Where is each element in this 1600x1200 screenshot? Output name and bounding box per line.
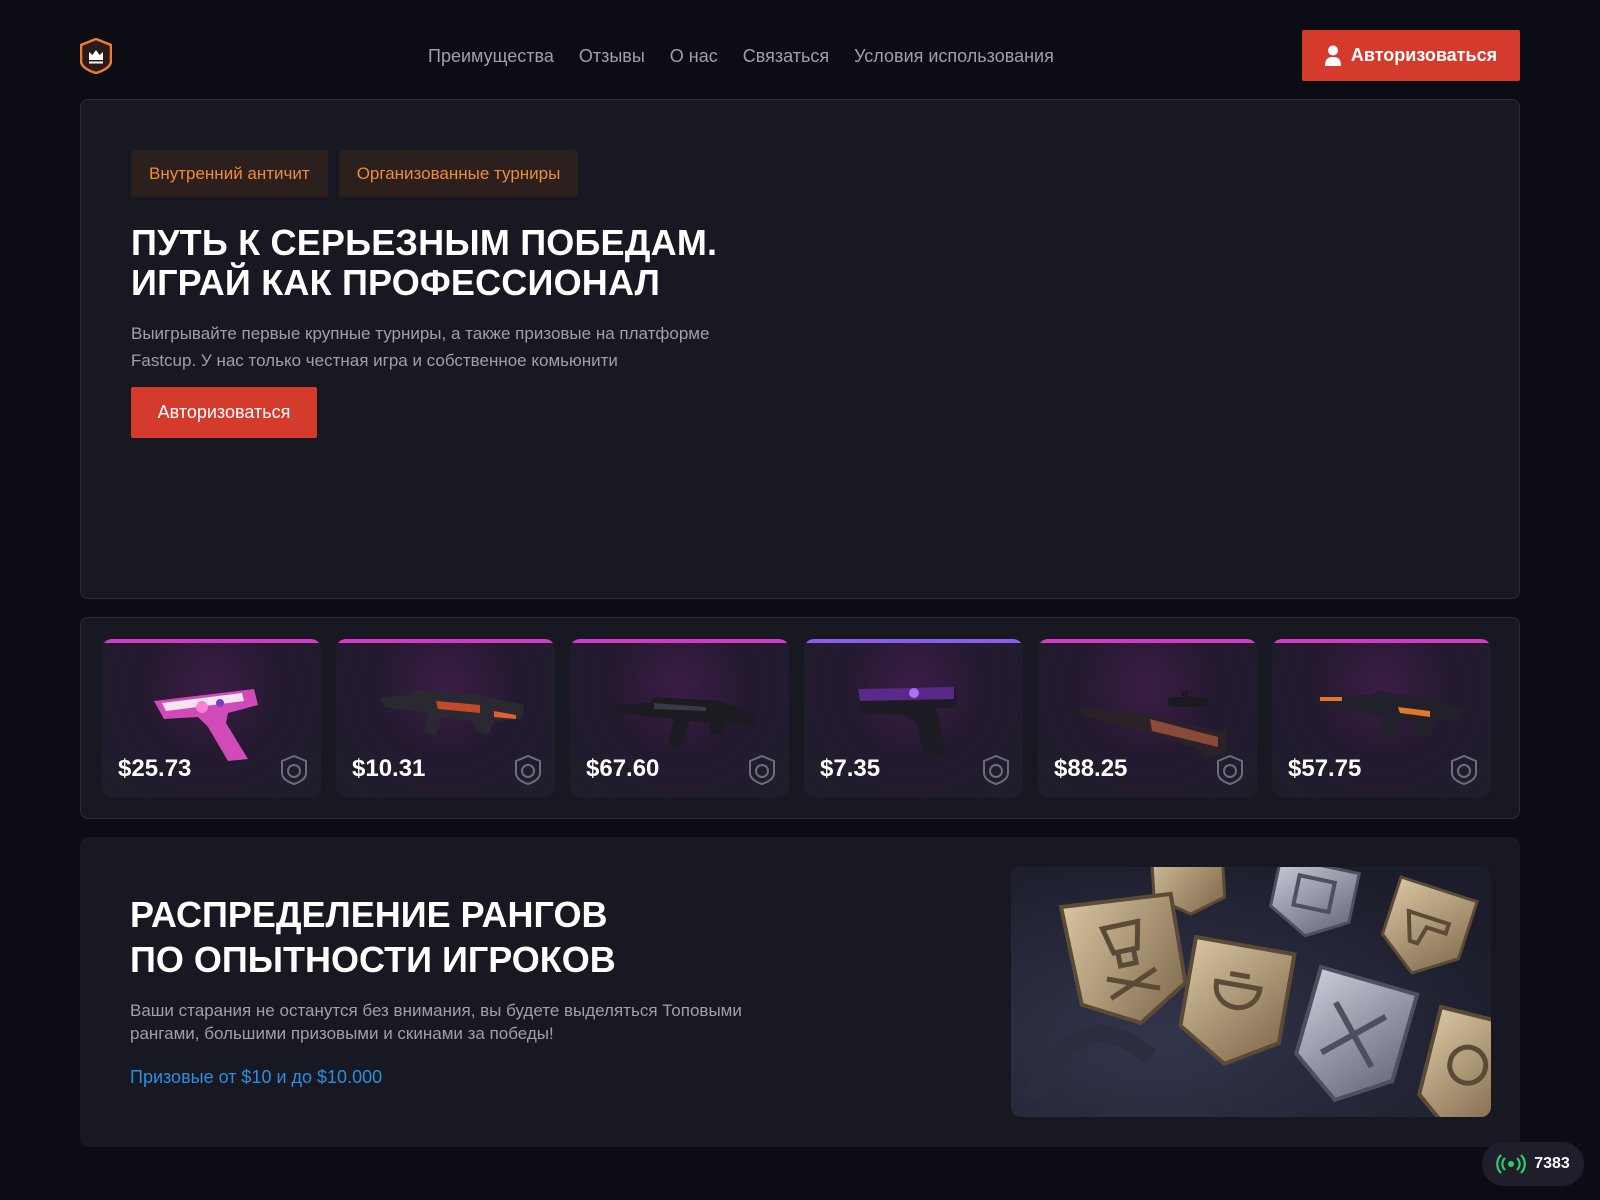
- online-count: 7383: [1534, 1155, 1570, 1172]
- sniper-awp-icon: [1080, 691, 1226, 757]
- online-counter[interactable]: 7383: [1482, 1142, 1584, 1186]
- nav-link-about[interactable]: О нас: [670, 44, 718, 68]
- ranks-prize-text: Призовые от $10 и до $10.000: [130, 1067, 383, 1087]
- skin-price: $57.75: [1288, 755, 1362, 782]
- ranks-title: РАСПРЕДЕЛЕНИЕ РАНГОВ ПО ОПЫТНОСТИ ИГРОКО…: [130, 892, 750, 982]
- skin-card[interactable]: $7.35: [804, 639, 1023, 797]
- pistol-glock-icon: [856, 687, 956, 759]
- hero-title: ПУТЬ К СЕРЬЕЗНЫМ ПОБЕДАМ. ИГРАЙ КАК ПРОФ…: [131, 223, 891, 303]
- rifle-m4a1s-icon: [1316, 691, 1462, 741]
- rifle-ak47-icon: [614, 697, 758, 749]
- ranks-title-line1: РАСПРЕДЕЛЕНИЕ РАНГОВ: [130, 894, 608, 935]
- skin-card[interactable]: $25.73: [102, 639, 321, 797]
- hero-description: Выигрывайте первые крупные турниры, а та…: [131, 324, 710, 370]
- skin-price: $67.60: [586, 755, 660, 782]
- ranks-section: РАСПРЕДЕЛЕНИЕ РАНГОВ ПО ОПЫТНОСТИ ИГРОКО…: [80, 837, 1520, 1147]
- skin-price: $25.73: [118, 755, 192, 782]
- nav-link-contact[interactable]: Связаться: [743, 44, 829, 68]
- hero-section: Внутренний античит Организованные турнир…: [80, 99, 1520, 599]
- skin-card[interactable]: $10.31: [336, 639, 555, 797]
- steam-icon[interactable]: [281, 755, 307, 785]
- user-icon: [1324, 45, 1341, 66]
- skin-list: $25.73 $10.31 $67.60 $7.35 $88.25 $57.75: [102, 639, 1491, 797]
- broadcast-icon: [1496, 1154, 1527, 1174]
- skin-card[interactable]: $57.75: [1272, 639, 1491, 797]
- tag-tournaments: Организованные турниры: [338, 150, 579, 197]
- hero-tags: Внутренний античит Организованные турнир…: [131, 150, 579, 197]
- rank-badges-image: [1011, 867, 1491, 1117]
- hero-title-line1: ПУТЬ К СЕРЬЕЗНЫМ ПОБЕДАМ.: [131, 222, 718, 263]
- skins-section: $25.73 $10.31 $67.60 $7.35 $88.25 $57.75: [80, 617, 1520, 819]
- steam-icon[interactable]: [1217, 755, 1243, 785]
- skin-card[interactable]: $67.60: [570, 639, 789, 797]
- steam-icon[interactable]: [749, 755, 775, 785]
- skin-price: $7.35: [820, 755, 881, 782]
- logo-crown-shield-icon[interactable]: [79, 37, 113, 75]
- steam-icon[interactable]: [515, 755, 541, 785]
- steam-icon[interactable]: [1451, 755, 1477, 785]
- hero-title-line2: ИГРАЙ КАК ПРОФЕССИОНАЛ: [131, 262, 661, 303]
- main-nav: Преимущества Отзывы О нас Связаться Усло…: [428, 44, 1054, 68]
- nav-link-reviews[interactable]: Отзывы: [579, 44, 645, 68]
- pistol-p250-icon: [154, 689, 258, 761]
- skin-price: $88.25: [1054, 755, 1128, 782]
- steam-icon[interactable]: [983, 755, 1009, 785]
- header-login-label: Авторизоваться: [1350, 45, 1498, 65]
- nav-link-terms[interactable]: Условия использования: [854, 44, 1054, 68]
- nav-link-advantages[interactable]: Преимущества: [428, 44, 554, 68]
- rifle-m4a4-icon: [380, 689, 524, 735]
- ranks-description: Ваши старания не останутся без внимания,…: [130, 1001, 742, 1043]
- header: Преимущества Отзывы О нас Связаться Усло…: [79, 30, 1520, 81]
- header-login-button[interactable]: Авторизоваться: [1302, 30, 1520, 81]
- ranks-title-line2: ПО ОПЫТНОСТИ ИГРОКОВ: [130, 939, 616, 980]
- hero-login-button[interactable]: Авторизоваться: [131, 387, 317, 438]
- tag-anticheat: Внутренний античит: [131, 150, 328, 197]
- skin-card[interactable]: $88.25: [1038, 639, 1257, 797]
- skin-price: $10.31: [352, 755, 426, 782]
